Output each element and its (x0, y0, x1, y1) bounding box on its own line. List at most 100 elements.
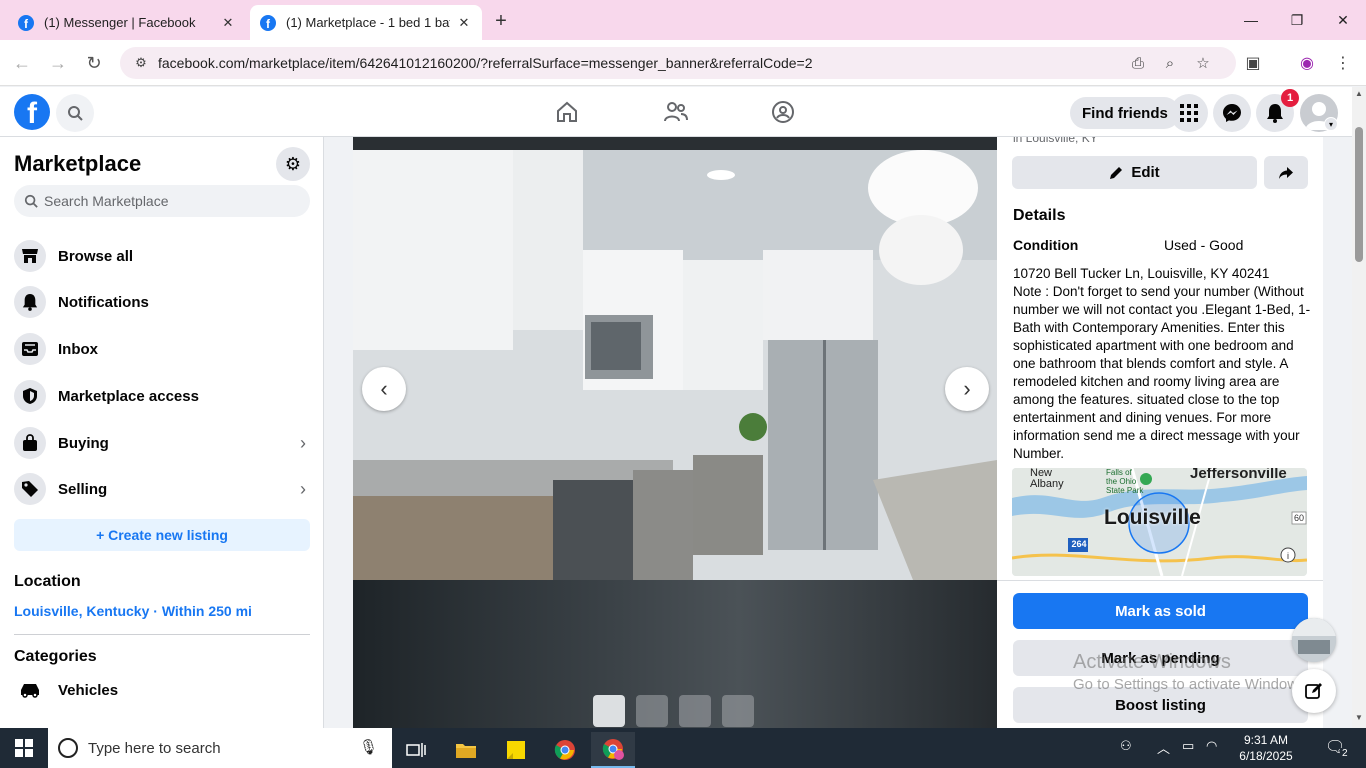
share-arrow-icon (1279, 166, 1293, 179)
url-input[interactable]: ⚙ facebook.com/marketplace/item/64264101… (120, 47, 1236, 79)
chrome-profile-taskbar-button[interactable] (591, 732, 635, 768)
location-link[interactable]: Louisville, Kentucky · Within 250 mi (14, 603, 252, 619)
sidebar-item-label: Notifications (58, 293, 149, 311)
microphone-icon[interactable]: 🎙 (359, 738, 378, 756)
sidebar-item-marketplace-access[interactable]: Marketplace access (14, 376, 310, 416)
create-new-listing-button[interactable]: + Create new listing (14, 519, 310, 551)
taskbar-search-placeholder: Type here to search (88, 739, 221, 757)
messenger-icon (1223, 104, 1241, 122)
previous-photo-button[interactable]: ‹ (362, 367, 406, 411)
gear-icon: ⚙ (284, 153, 302, 174)
share-listing-button[interactable] (1264, 156, 1308, 189)
sidebar-item-selling[interactable]: Selling › (14, 469, 310, 509)
next-photo-button[interactable]: › (945, 367, 989, 411)
reload-button[interactable]: ↻ (82, 51, 106, 75)
chrome-menu-icon[interactable]: ⋮ (1332, 52, 1354, 74)
chevron-down-icon[interactable]: ▾ (1324, 117, 1338, 131)
windows-taskbar: Type here to search 🎙 ⚇ ︿ ▭ ◠ ♪ 9:31 AM … (0, 728, 1366, 768)
photo-thumbnail[interactable] (722, 695, 754, 727)
sidebar-item-vehicles[interactable]: Vehicles (14, 670, 310, 710)
site-info-icon[interactable]: ⚙ (132, 54, 150, 72)
home-nav-button[interactable] (552, 97, 582, 127)
map-route-label: 264 (1071, 539, 1087, 549)
page-scrollbar[interactable]: ▲ ▼ (1352, 87, 1366, 728)
file-explorer-button[interactable] (444, 732, 488, 768)
location-map[interactable]: i Louisville New Albany Falls of the Ohi… (1012, 468, 1307, 576)
photo-thumbnail[interactable] (593, 695, 625, 727)
compose-icon (1305, 683, 1322, 699)
close-window-button[interactable]: ✕ (1320, 6, 1366, 34)
bag-icon (14, 427, 46, 459)
search-icon (24, 194, 38, 208)
battery-icon[interactable]: ▭ (1182, 738, 1194, 754)
side-panel-icon[interactable]: ▣ (1242, 52, 1264, 74)
zoom-icon[interactable]: ⌕ (1160, 53, 1180, 73)
facebook-header: f Find friends ▾ (0, 87, 1352, 137)
friends-nav-button[interactable] (661, 97, 691, 127)
sidebar-item-inbox[interactable]: Inbox (14, 329, 310, 369)
new-tab-button[interactable]: + (490, 10, 512, 32)
settings-button[interactable]: ⚙ (276, 147, 310, 181)
listing-location: in Louisville, KY (1013, 137, 1098, 145)
close-tab-icon[interactable]: ✕ (220, 15, 236, 31)
map-city-label: Louisville (1104, 506, 1201, 529)
activate-windows-subtext: Go to Settings to activate Windows. (1073, 676, 1310, 693)
restore-button[interactable]: ❐ (1274, 6, 1320, 34)
install-app-icon[interactable]: ⎙ (1128, 53, 1148, 73)
task-view-button[interactable] (394, 732, 438, 768)
sidebar-item-label: Vehicles (58, 681, 119, 699)
map-label: New Albany (1030, 468, 1064, 490)
scroll-down-icon[interactable]: ▼ (1354, 713, 1364, 722)
search-icon (68, 106, 83, 121)
sidebar-item-label: Inbox (58, 340, 98, 358)
wifi-icon[interactable]: ◠ (1206, 738, 1217, 754)
address-bar-row: ← → ↻ ⚙ facebook.com/marketplace/item/64… (0, 40, 1366, 86)
find-friends-button[interactable]: Find friends (1070, 97, 1180, 129)
scrollbar-thumb[interactable] (1355, 127, 1363, 262)
minimize-button[interactable]: — (1228, 6, 1274, 34)
photo-thumbnail[interactable] (636, 695, 668, 727)
taskbar-search-input[interactable]: Type here to search 🎙 (48, 728, 392, 768)
friends-icon (664, 102, 688, 122)
chrome-taskbar-button[interactable] (543, 732, 587, 768)
forward-button[interactable]: → (46, 51, 70, 75)
new-message-button[interactable] (1292, 669, 1336, 713)
show-hidden-icons-icon[interactable]: ︿ (1157, 738, 1170, 757)
sticky-notes-button[interactable] (494, 732, 538, 768)
back-button[interactable]: ← (10, 51, 34, 75)
sidebar-item-buying[interactable]: Buying › (14, 423, 310, 463)
edit-label: Edit (1131, 164, 1160, 181)
start-button[interactable] (0, 728, 48, 768)
tab-messenger[interactable]: f (1) Messenger | Facebook ✕ (8, 5, 246, 40)
system-clock[interactable]: 9:31 AM 6/18/2025 (1226, 732, 1306, 764)
chevron-left-icon: ‹ (380, 376, 388, 401)
close-tab-icon[interactable]: ✕ (456, 15, 472, 31)
chat-head-avatar[interactable] (1292, 618, 1336, 662)
photo-thumbnail[interactable] (679, 695, 711, 727)
facebook-search-button[interactable] (56, 94, 94, 132)
groups-nav-button[interactable] (768, 97, 798, 127)
url-text: facebook.com/marketplace/item/6426410121… (158, 55, 813, 71)
facebook-favicon-icon: f (18, 14, 34, 31)
chevron-right-icon: › (300, 432, 306, 453)
chrome-icon (554, 740, 575, 760)
menu-button[interactable] (1170, 94, 1208, 132)
facebook-logo-icon[interactable]: f (14, 94, 50, 130)
listing-photo-viewer: ‹ › (353, 137, 997, 728)
profile-icon[interactable]: ◉ (1296, 52, 1318, 74)
people-icon[interactable]: ⚇ (1120, 738, 1132, 754)
scroll-up-icon[interactable]: ▲ (1354, 89, 1364, 98)
storefront-icon (14, 240, 46, 272)
car-icon (14, 674, 46, 706)
map-route-label: 60 (1293, 513, 1304, 523)
bookmark-star-icon[interactable]: ☆ (1193, 53, 1213, 73)
sidebar-item-browse-all[interactable]: Browse all (14, 236, 310, 276)
shield-icon (14, 380, 46, 412)
mark-as-sold-button[interactable]: Mark as sold (1013, 593, 1308, 629)
messenger-button[interactable] (1213, 94, 1251, 132)
edit-listing-button[interactable]: Edit (1012, 156, 1257, 189)
marketplace-search-input[interactable]: Search Marketplace (14, 185, 310, 217)
sidebar-item-label: Buying (58, 434, 109, 452)
sidebar-item-notifications[interactable]: Notifications (14, 282, 310, 322)
tab-marketplace[interactable]: f (1) Marketplace - 1 bed 1 bath ✕ (250, 5, 482, 40)
